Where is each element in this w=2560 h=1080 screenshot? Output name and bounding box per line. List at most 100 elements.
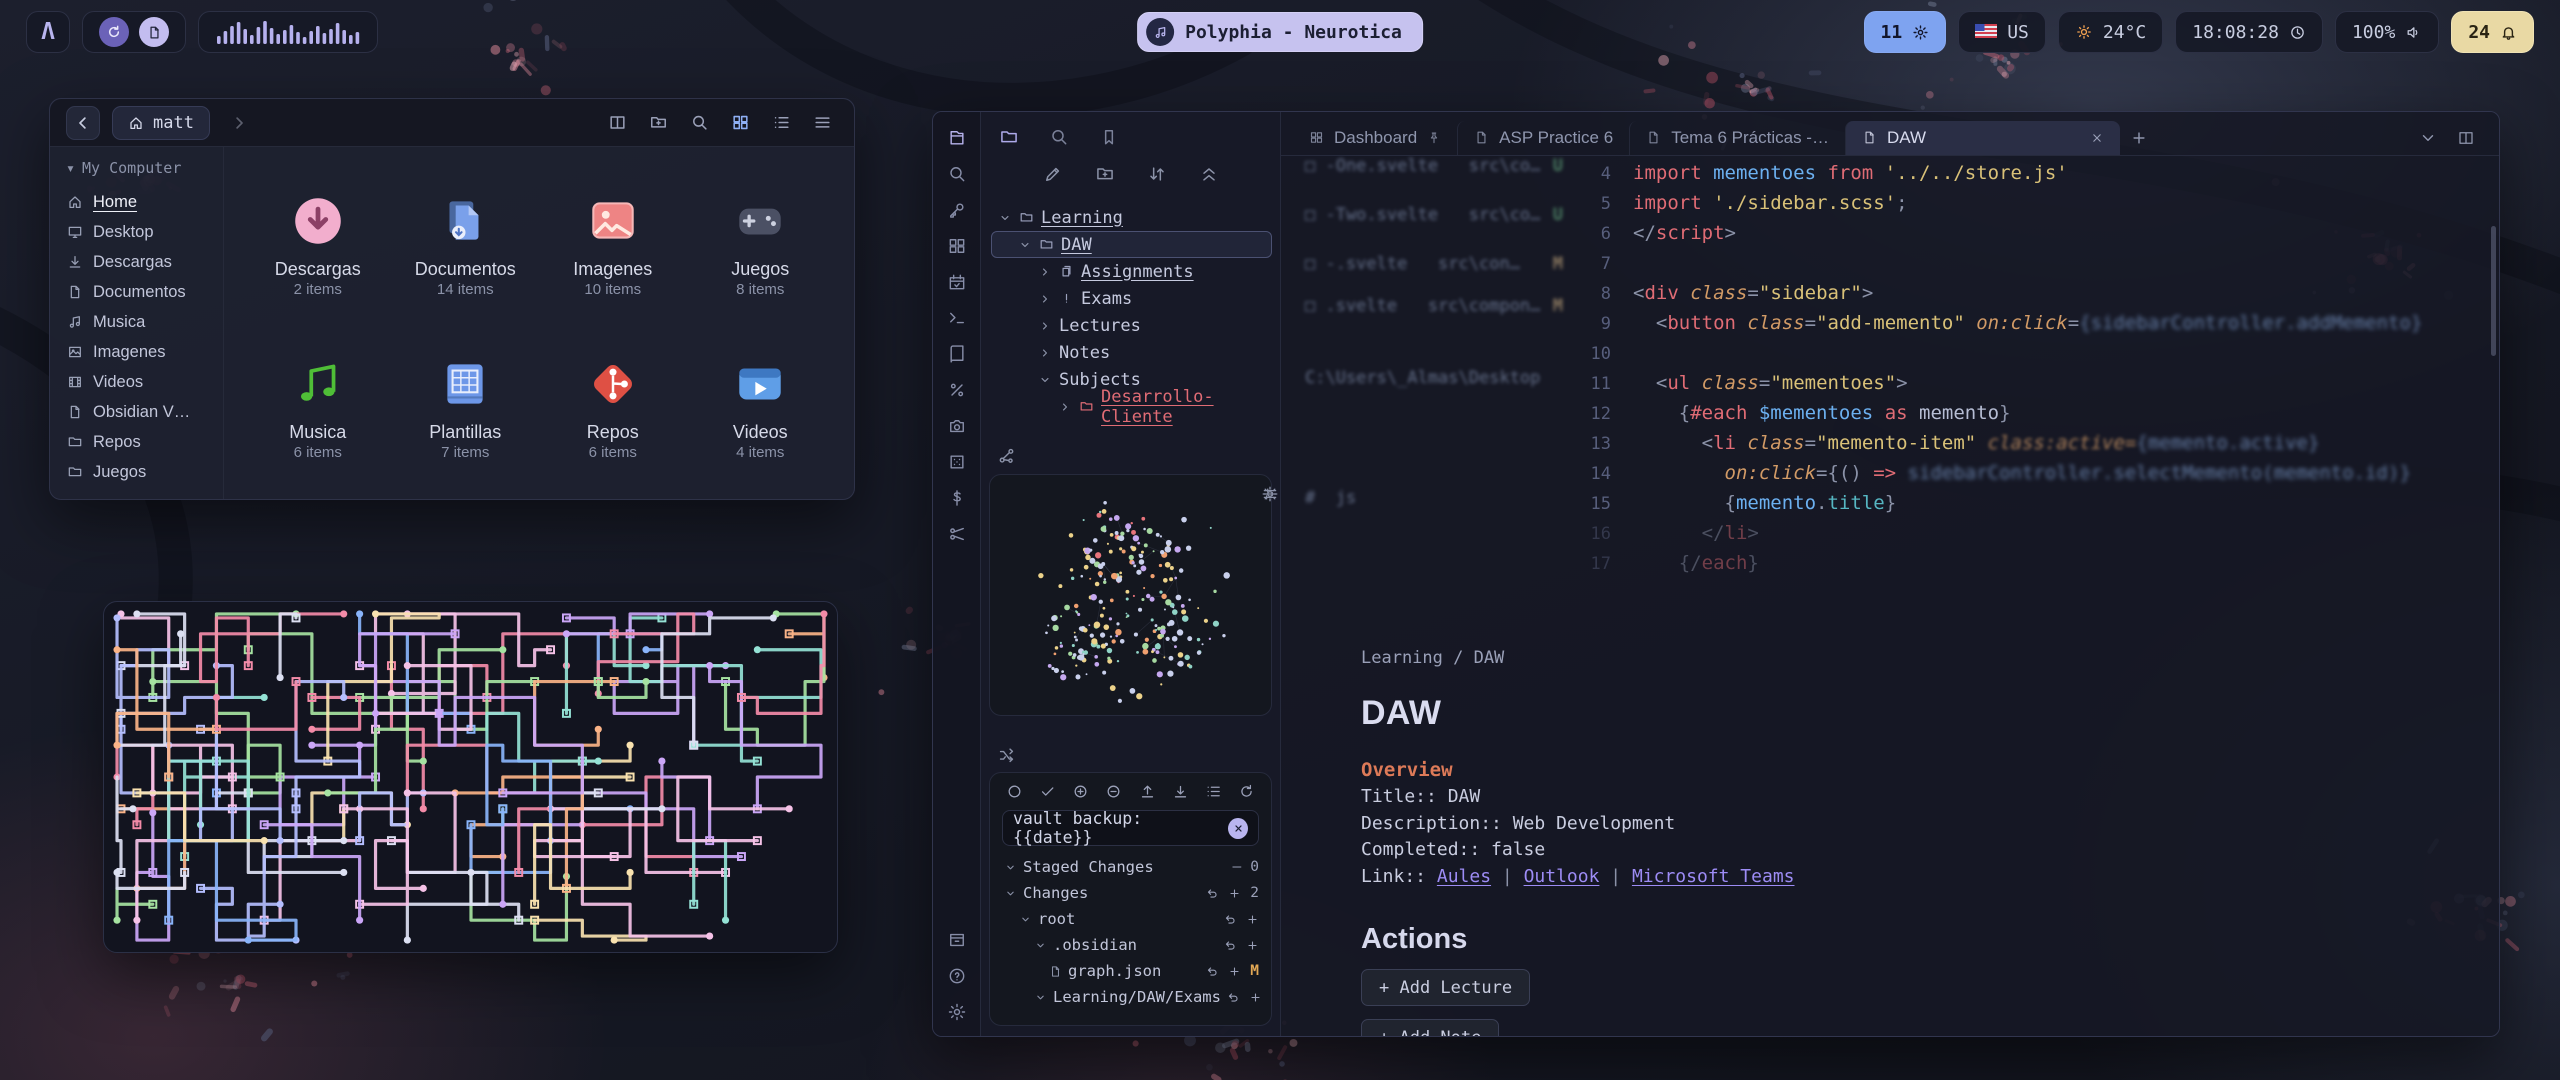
git-plus-action[interactable] bbox=[1249, 991, 1262, 1004]
sidebar-item-videos[interactable]: Videos bbox=[58, 367, 215, 397]
git-undo-action[interactable] bbox=[1227, 991, 1240, 1004]
sidebar-item-repos[interactable]: Repos bbox=[58, 427, 215, 457]
list-view-button[interactable] bbox=[772, 113, 791, 132]
folder-imagenes[interactable]: Imagenes10 items bbox=[541, 163, 685, 326]
note-button--add-note[interactable]: + Add Note bbox=[1361, 1019, 1499, 1036]
git-row-graph-json[interactable]: graph.jsonM bbox=[1002, 958, 1259, 984]
folder-documentos[interactable]: Documentos14 items bbox=[394, 163, 538, 326]
tree-item-desarrollo-cliente[interactable]: Desarrollo-Cliente bbox=[991, 393, 1272, 420]
tree-item-assignments[interactable]: Assignments bbox=[991, 258, 1272, 285]
tree-item-notes[interactable]: Notes bbox=[991, 339, 1272, 366]
git-plus-action[interactable] bbox=[1246, 913, 1259, 926]
panel-tab-folder[interactable] bbox=[999, 127, 1019, 147]
tab-asp-practice-6[interactable]: ASP Practice 6 bbox=[1457, 121, 1629, 155]
git-download2-button[interactable] bbox=[1172, 783, 1189, 800]
note-link-aules[interactable]: Aules bbox=[1437, 866, 1491, 887]
ribbon-key-button[interactable] bbox=[947, 200, 967, 220]
git-circle-button[interactable] bbox=[1006, 783, 1023, 800]
git-row-learning-daw-exams[interactable]: Learning/DAW/Exams bbox=[1002, 984, 1259, 1010]
split-view-button[interactable] bbox=[608, 113, 627, 132]
ribbon-scissors-button[interactable] bbox=[947, 524, 967, 544]
explorer-sort-button[interactable] bbox=[1147, 164, 1167, 184]
git-refresh-button[interactable] bbox=[1238, 783, 1255, 800]
tree-item-daw[interactable]: DAW bbox=[991, 231, 1272, 258]
git-upload-button[interactable] bbox=[1139, 783, 1156, 800]
git-plus-circle-button[interactable] bbox=[1072, 783, 1089, 800]
ribbon-percent-button[interactable] bbox=[947, 380, 967, 400]
tab-tema-6-pr-cticas-[interactable]: Tema 6 Prácticas -… bbox=[1629, 121, 1845, 155]
updates-widget[interactable]: 11 bbox=[1864, 11, 1947, 53]
weather-widget[interactable]: 24°C bbox=[2058, 11, 2163, 53]
explorer-collapse-button[interactable] bbox=[1199, 164, 1219, 184]
tab-close-button[interactable] bbox=[2090, 131, 2104, 145]
ribbon-camera-button[interactable] bbox=[947, 416, 967, 436]
ribbon-vault-button[interactable] bbox=[947, 930, 967, 950]
grid-view-button[interactable] bbox=[731, 113, 750, 132]
folder-videos[interactable]: Videos4 items bbox=[689, 326, 833, 489]
sidebar-item-descargas[interactable]: Descargas bbox=[58, 247, 215, 277]
ribbon-calendar-check-button[interactable] bbox=[947, 272, 967, 292]
forward-button[interactable] bbox=[222, 106, 256, 140]
new-tab-button[interactable] bbox=[2130, 129, 2148, 147]
sidebar-item-desktop[interactable]: Desktop bbox=[58, 217, 215, 247]
folder-repos[interactable]: Repos6 items bbox=[541, 326, 685, 489]
graph-panel-icon[interactable] bbox=[997, 446, 1016, 465]
notifications-widget[interactable]: 24 bbox=[2451, 11, 2534, 53]
split-pane-button[interactable] bbox=[2457, 129, 2475, 147]
media-player-widget[interactable]: Polyphia - Neurotica bbox=[1137, 12, 1423, 52]
graph-view[interactable] bbox=[990, 475, 1271, 715]
folder-descargas[interactable]: Descargas2 items bbox=[246, 163, 390, 326]
ribbon-terminal-button[interactable] bbox=[947, 308, 967, 328]
sidebar-item-obsidianv[interactable]: Obsidian V… bbox=[58, 397, 215, 427]
editor-scrollbar[interactable] bbox=[2491, 226, 2496, 356]
tab-daw[interactable]: DAW bbox=[1845, 121, 2120, 155]
panel-tab-search[interactable] bbox=[1049, 127, 1069, 147]
tree-item-lectures[interactable]: Lectures bbox=[991, 312, 1272, 339]
note-link-outlook[interactable]: Outlook bbox=[1524, 866, 1600, 887]
ribbon-canvas-button[interactable] bbox=[947, 236, 967, 256]
git-panel-icon[interactable] bbox=[997, 746, 1016, 765]
tab-dashboard[interactable]: Dashboard bbox=[1293, 121, 1457, 155]
sidebar-item-juegos[interactable]: Juegos bbox=[58, 457, 215, 487]
sidebar-item-home[interactable]: Home bbox=[58, 187, 215, 217]
git-plus-action[interactable] bbox=[1228, 887, 1241, 900]
tab-list-dropdown-button[interactable] bbox=[2419, 129, 2437, 147]
back-button[interactable] bbox=[66, 106, 100, 140]
git-row-staged-changes[interactable]: Staged Changes—0 bbox=[1002, 854, 1259, 880]
git-row-root[interactable]: root bbox=[1002, 906, 1259, 932]
git-row--obsidian[interactable]: .obsidian bbox=[1002, 932, 1259, 958]
ribbon-dice-button[interactable] bbox=[947, 452, 967, 472]
ribbon-files-button[interactable] bbox=[947, 128, 967, 148]
sidebar-item-documentos[interactable]: Documentos bbox=[58, 277, 215, 307]
git-undo-action[interactable] bbox=[1224, 913, 1237, 926]
menu-view-button[interactable] bbox=[813, 113, 832, 132]
explorer-edit-button[interactable] bbox=[1043, 164, 1063, 184]
notes-shortcut-button[interactable] bbox=[139, 17, 169, 47]
git-minus-circle-button[interactable] bbox=[1105, 783, 1122, 800]
tree-item-learning[interactable]: Learning bbox=[991, 204, 1272, 231]
clock-widget[interactable]: 18:08:28 bbox=[2175, 11, 2323, 53]
breadcrumb[interactable]: matt bbox=[112, 106, 210, 140]
tree-item-exams[interactable]: Exams bbox=[991, 285, 1272, 312]
sidebar-item-musica[interactable]: Musica bbox=[58, 307, 215, 337]
git-check-button[interactable] bbox=[1039, 783, 1056, 800]
explorer-folder-plus-button[interactable] bbox=[1095, 164, 1115, 184]
git-plus-action[interactable] bbox=[1246, 939, 1259, 952]
folder-juegos[interactable]: Juegos8 items bbox=[689, 163, 833, 326]
git-undo-action[interactable] bbox=[1224, 939, 1237, 952]
ribbon-search-button[interactable] bbox=[947, 164, 967, 184]
search-view-button[interactable] bbox=[690, 113, 709, 132]
panel-tab-bookmark[interactable] bbox=[1099, 127, 1119, 147]
clear-input-button[interactable] bbox=[1228, 818, 1248, 839]
git-row-changes[interactable]: Changes2 bbox=[1002, 880, 1259, 906]
git-list-button[interactable] bbox=[1205, 783, 1222, 800]
folder-musica[interactable]: Musica6 items bbox=[246, 326, 390, 489]
launcher-button[interactable]: Λ bbox=[26, 11, 70, 53]
commit-message-input[interactable]: vault backup: {{date}} bbox=[1002, 810, 1259, 846]
git-undo-action[interactable] bbox=[1206, 965, 1219, 978]
folder-plus-view-button[interactable] bbox=[649, 113, 668, 132]
git-plus-action[interactable] bbox=[1228, 965, 1241, 978]
sidebar-item-imagenes[interactable]: Imagenes bbox=[58, 337, 215, 367]
ribbon-help-button[interactable] bbox=[947, 966, 967, 986]
keyboard-layout-widget[interactable]: US bbox=[1958, 11, 2046, 53]
